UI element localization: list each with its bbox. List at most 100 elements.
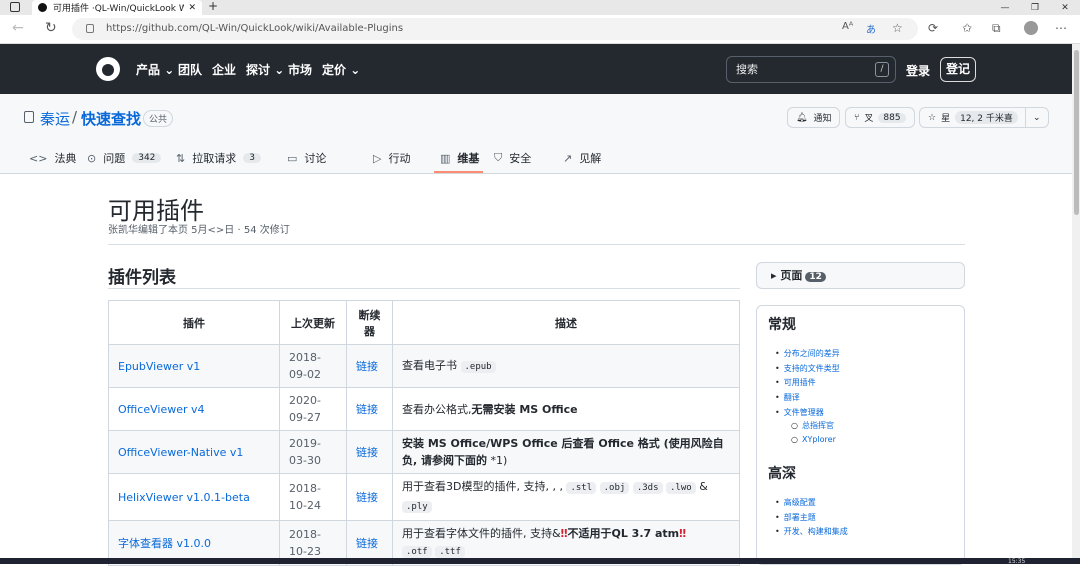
download-link[interactable]: 链接 [356,446,378,459]
play-icon: ▷ [373,151,382,165]
login-link[interactable]: 登录 [906,62,930,79]
tab-insights[interactable]: ↗ 见解 [563,150,601,166]
issues-count: 342 [132,153,162,163]
download-link[interactable]: 链接 [356,360,378,373]
download-link[interactable]: 链接 [356,403,378,416]
nav-pricing[interactable]: 定价 ⌄ [322,61,360,78]
tab-issues[interactable]: ⊙ 问题 342 [87,150,162,166]
tab-actions-icon[interactable] [10,2,20,12]
tab-wiki[interactable]: ▥ 维基 [440,150,479,166]
url-field[interactable]: https://github.com/QL-Win/QuickLook/wiki… [72,18,918,40]
fork-icon: ⑂ [854,112,860,123]
tab-actions[interactable]: ▷ 行动 [373,150,410,166]
repo-header: 秦运 / 快速查找 公共 🔔︎ 通知 ⑂ 叉 885 ☆ 星 12, 2 千米喜… [0,94,1072,174]
sidebar-sublink[interactable]: 总指挥官 [791,420,834,431]
sidebar-link[interactable]: 分布之间的差异 [775,348,840,359]
issue-icon: ⊙ [87,151,97,165]
pages-count: 12 [805,272,826,282]
nav-enterprise[interactable]: 企业 [212,61,236,78]
translate-icon[interactable]: あ [866,21,876,36]
close-tab-icon[interactable]: ✕ [188,3,196,13]
search-input[interactable]: 搜索 / [726,56,896,83]
col-header-resumer: 断续器 [346,300,393,345]
close-window-icon[interactable]: ✕ [1050,0,1080,15]
search-shortcut-key: / [875,62,889,77]
star-icon: ☆ [928,112,937,123]
table-header-row: 插件 上次更新 断续器 描述 [108,300,740,345]
notifications-button[interactable]: 🔔︎ 通知 [787,107,841,128]
nav-product[interactable]: 产品 ⌄ [136,61,174,78]
nav-marketplace[interactable]: 市场 [288,61,312,78]
download-link[interactable]: 链接 [356,491,378,504]
section-heading: 插件列表 [108,268,176,288]
browser-titlebar: 可用插件 ·QL-Win/QuickLook Wi ✕ + — ❐ ✕ [0,0,1080,15]
profile-avatar[interactable] [1024,21,1038,35]
plugin-link[interactable]: OfficeViewer v4 [118,403,205,416]
table-row: HelixViewer v1.0.1-beta 2018-10-24 链接 用于… [108,473,740,521]
more-icon[interactable]: ⋯ [1055,21,1067,35]
shield-icon: ⛉ [494,151,503,164]
discussion-icon: ▭ [287,151,298,165]
repo-name-link[interactable]: 快速查找 [81,108,141,129]
collections-icon[interactable]: ⧉ [992,21,1001,36]
sidebar-link[interactable]: 支持的文件类型 [775,363,840,374]
tab-pull-requests[interactable]: ⇅ 拉取请求 3 [176,150,261,166]
favorite-icon[interactable]: ☆ [892,21,903,35]
sidebar-link[interactable]: 部署主题 [775,512,816,523]
sidebar-heading: 常规 [768,317,796,333]
tab-code[interactable]: <> 法典 [29,150,76,166]
col-header-updated: 上次更新 [279,300,347,345]
download-link[interactable]: 链接 [356,537,378,550]
address-toolbar: ← ↻ https://github.com/QL-Win/QuickLook/… [0,15,1080,44]
nav-explore[interactable]: 探讨 ⌄ [246,61,284,78]
back-icon[interactable]: ← [12,20,24,36]
refresh-icon[interactable]: ↻ [45,20,57,36]
repo-icon [24,111,34,123]
extensions-icon[interactable]: ⟳ [928,21,938,35]
sidebar-link[interactable]: 高级配置 [775,497,816,508]
pages-toggle[interactable]: ▸ 页面 12 [756,262,965,289]
read-aloud-icon[interactable]: Aᴬ [842,21,853,32]
sidebar-link[interactable]: 文件管理器 [775,407,824,418]
bell-icon: 🔔︎ [796,112,808,123]
nav-team[interactable]: 团队 [178,61,202,78]
chevron-down-icon: ⌄ [1033,112,1041,123]
graph-icon: ↗ [563,151,573,165]
description-cell: 查看办公格式,无需安装 MS Office [392,387,740,431]
book-icon: ▥ [440,151,451,165]
sidebar-link[interactable]: 翻译 [775,392,800,403]
star-dropdown-button[interactable]: ⌄ [1025,107,1049,128]
sidebar-link[interactable]: 开发、构建和集成 [775,526,848,537]
plugin-link[interactable]: 字体查看器 v1.0.0 [118,537,211,550]
fork-button[interactable]: ⑂ 叉 885 [845,107,915,128]
plugin-link[interactable]: HelixViewer v1.0.1-beta [118,491,250,504]
plugin-link[interactable]: OfficeViewer-Native v1 [118,446,243,459]
tab-title: 可用插件 ·QL-Win/QuickLook Wi [53,4,185,14]
restore-icon[interactable]: ❐ [1020,0,1050,15]
pull-request-icon: ⇅ [176,151,186,165]
github-favicon-icon [38,3,47,12]
col-header-description: 描述 [392,300,740,345]
github-logo-icon[interactable] [96,57,120,81]
lock-icon [86,24,94,33]
updated-cell: 2018-10-24 [279,473,347,521]
signup-button[interactable]: 登记 [940,57,976,82]
sidebar-sublink[interactable]: XYplorer [791,435,836,444]
warning-icon: ‼ [679,527,687,540]
active-tab-underline [434,171,483,173]
sidebar-link[interactable]: 可用插件 [775,377,816,388]
browser-tab[interactable]: 可用插件 ·QL-Win/QuickLook Wi ✕ [32,0,202,15]
tab-security[interactable]: ⛉ 安全 [494,150,531,166]
favorites-icon[interactable]: ✩ [962,21,972,35]
scrollbar-thumb[interactable] [1074,50,1079,215]
table-row: EpubViewer v1 2018-09-02 链接 查看电子书 .epub [108,344,740,388]
tab-discussions[interactable]: ▭ 讨论 [287,150,326,166]
updated-cell: 2019-03-30 [279,430,347,474]
col-header-plugin: 插件 [108,300,280,345]
repo-owner-link[interactable]: 秦运 [40,108,70,129]
new-tab-icon[interactable]: + [208,0,218,13]
plugin-link[interactable]: EpubViewer v1 [118,360,200,373]
star-count: 12, 2 千米喜 [955,111,1018,124]
minimize-icon[interactable]: — [990,0,1020,15]
star-button[interactable]: ☆ 星 12, 2 千米喜 [919,107,1026,128]
